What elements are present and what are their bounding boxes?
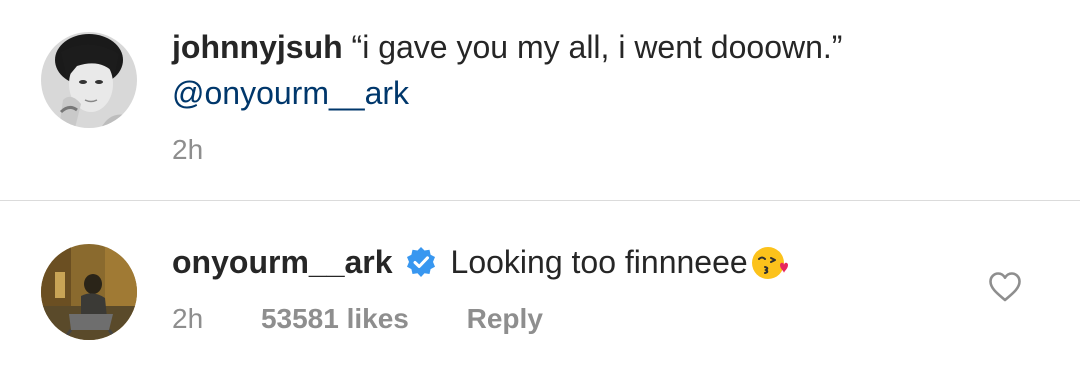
caption-block: johnnyjsuh “i gave you my all, i went do… <box>0 0 1080 200</box>
caption-avatar[interactable] <box>41 32 137 128</box>
avatar-photo-icon <box>41 32 137 128</box>
comment-username[interactable]: onyourm__ark <box>172 241 393 283</box>
comment-avatar[interactable] <box>41 244 137 340</box>
verified-badge-icon <box>405 246 437 278</box>
heart-outline-icon[interactable] <box>988 271 1022 303</box>
caption-username[interactable]: johnnyjsuh <box>172 29 343 65</box>
comment-line: onyourm__ark Looking too finnneee <box>172 241 788 283</box>
caption-text: “i gave you my all, i went dooown.” <box>351 29 843 65</box>
comment-meta: 2h 53581 likes Reply <box>172 303 593 335</box>
comment-row: onyourm__ark Looking too finnneee 2h 535… <box>0 201 1080 378</box>
caption-mention-line: @onyourm__ark <box>172 72 409 114</box>
comment-text: Looking too finnneee <box>450 244 748 280</box>
comment-likes-count[interactable]: 53581 likes <box>261 303 409 334</box>
caption-timestamp: 2h <box>172 134 204 165</box>
caption-line: johnnyjsuh “i gave you my all, i went do… <box>172 26 842 68</box>
caption-mention-link[interactable]: @onyourm__ark <box>172 75 409 111</box>
comment-timestamp: 2h <box>172 303 204 334</box>
reply-button[interactable]: Reply <box>467 303 543 334</box>
kissing-face-emoji-icon <box>750 243 788 281</box>
avatar-photo-icon <box>41 244 137 340</box>
